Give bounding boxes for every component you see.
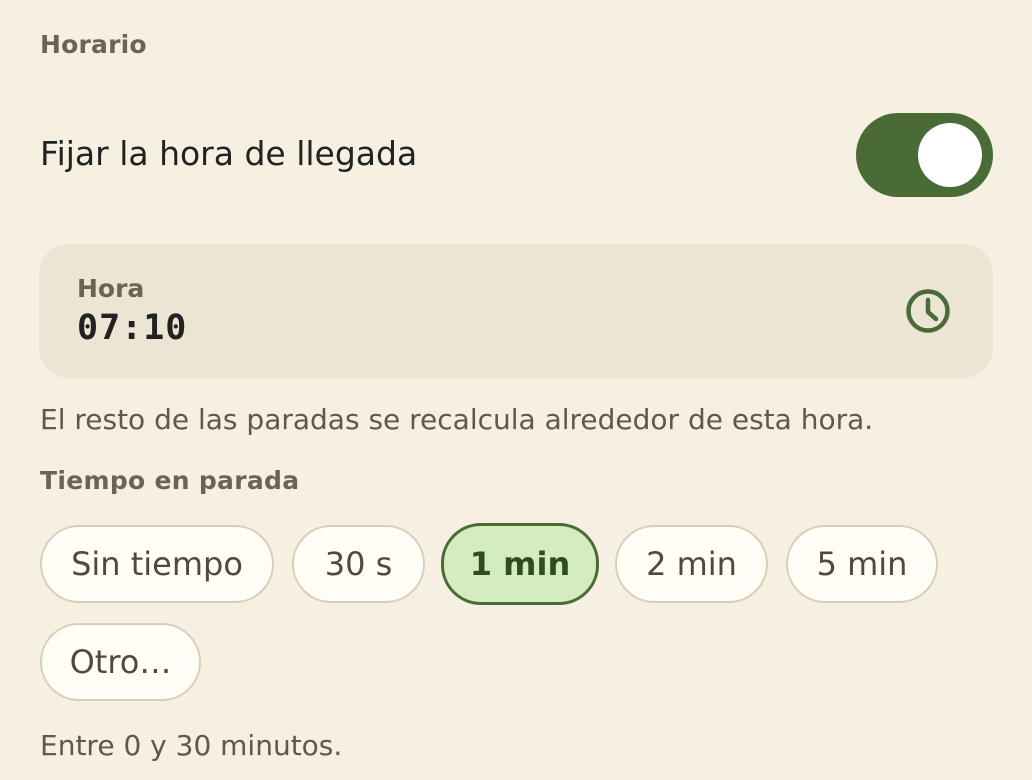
arrival-time-toggle[interactable] <box>856 113 993 197</box>
toggle-thumb <box>918 123 982 187</box>
chip-5min[interactable]: 5 min <box>786 525 938 603</box>
helper-text: El resto de las paradas se recalcula alr… <box>40 403 874 436</box>
section-title: Horario <box>40 30 147 59</box>
arrival-time-label: Fijar la hora de llegada <box>40 134 418 173</box>
time-field-label: Hora <box>77 274 145 303</box>
chip-1min[interactable]: 1 min <box>441 523 599 605</box>
chip-30s[interactable]: 30 s <box>292 525 425 603</box>
chip-sin-tiempo[interactable]: Sin tiempo <box>40 525 274 603</box>
chip-otro[interactable]: Otro… <box>40 623 201 701</box>
chip-2min[interactable]: 2 min <box>615 525 768 603</box>
stop-time-note: Entre 0 y 30 minutos. <box>40 729 343 762</box>
clock-icon[interactable] <box>905 288 951 334</box>
stop-time-title: Tiempo en parada <box>40 466 300 495</box>
time-field[interactable]: Hora 07:10 <box>39 244 993 378</box>
time-field-value: 07:10 <box>77 308 188 348</box>
